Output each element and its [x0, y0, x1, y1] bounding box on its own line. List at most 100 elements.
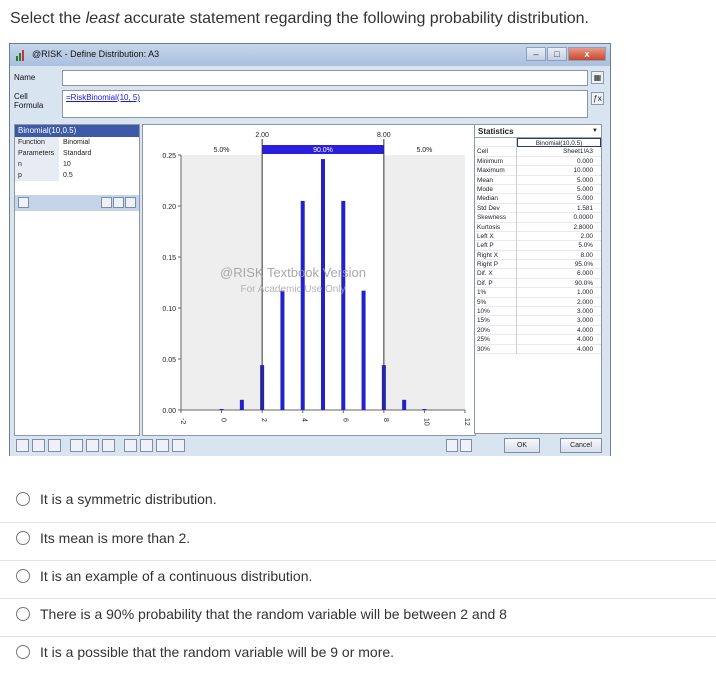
- choice-3[interactable]: It is an example of a continuous distrib…: [0, 560, 716, 598]
- answer-choices: It is a symmetric distribution. Its mean…: [0, 484, 716, 674]
- binomial-chart: 0.00 0.05 0.10 0.15 0.20 0.25 -2 0 2 4 6 8 10 12 2.00 8…: [162, 132, 470, 426]
- formula-input[interactable]: =RiskBinomial(10, 5): [62, 90, 588, 118]
- formula-label: Formula: [14, 101, 44, 110]
- ok-button[interactable]: OK: [504, 438, 540, 453]
- stats-key: Left X: [475, 231, 517, 242]
- stats-row: Mean 5.000: [475, 175, 601, 185]
- choice-5[interactable]: It is a possible that the random variabl…: [0, 636, 716, 674]
- choice-2[interactable]: Its mean is more than 2.: [0, 522, 716, 560]
- help-icon[interactable]: [16, 439, 29, 452]
- table-icon[interactable]: [48, 439, 61, 452]
- param-row-parameters[interactable]: Parameters Standard: [15, 148, 139, 159]
- distribution-header[interactable]: Binomial(10,0.5): [15, 125, 139, 137]
- scroll-right-icon[interactable]: [460, 439, 472, 452]
- chart-area: 0.00 0.05 0.10 0.15 0.20 0.25 -2 0 2 4 6 8 10 12 2.00 8…: [142, 124, 476, 436]
- stats-key: Maximum: [475, 166, 517, 176]
- maximize-button[interactable]: □: [547, 47, 567, 61]
- y-tick-label: 0.20: [162, 204, 176, 211]
- minimize-button[interactable]: –: [526, 47, 546, 61]
- stats-value: 4.000: [517, 335, 601, 345]
- area-icon[interactable]: [102, 439, 115, 452]
- stats-row: Binomial(10,0.5): [475, 138, 601, 148]
- stats-row: Cell Sheet1!A3: [475, 147, 601, 157]
- stats-value: 2.000: [517, 298, 601, 308]
- stats-key: Dif. X: [475, 269, 517, 279]
- radio-button[interactable]: [16, 492, 30, 506]
- name-input[interactable]: [62, 70, 588, 86]
- zoom-icon[interactable]: [124, 439, 137, 452]
- stats-key: Mean: [475, 175, 517, 185]
- info-icon[interactable]: [18, 197, 29, 208]
- question-text: Select the least accurate statement rega…: [10, 10, 589, 27]
- param-row-function[interactable]: Function Binomial: [15, 137, 139, 148]
- watermark-line-1: @RISK Textbook Version: [220, 265, 366, 280]
- chart-type-icon[interactable]: [32, 439, 45, 452]
- stats-value: 5.000: [517, 176, 601, 185]
- function-icon[interactable]: ƒx: [591, 92, 604, 105]
- middle-band-label: 90.0%: [313, 147, 333, 154]
- right-band-label: 5.0%: [416, 147, 432, 154]
- x-tick-label: 4: [301, 418, 308, 422]
- graph-icon[interactable]: [125, 197, 136, 208]
- y-tick-label: 0.05: [162, 357, 176, 364]
- stats-value: 4.000: [517, 345, 601, 354]
- triangle-icon[interactable]: [86, 439, 99, 452]
- param-row-n[interactable]: n 10: [15, 159, 139, 170]
- radio-button[interactable]: [16, 531, 30, 545]
- param-row-p[interactable]: p 0.5: [15, 170, 139, 181]
- stats-key: 5%: [475, 297, 517, 308]
- window-titlebar[interactable]: @RISK - Define Distribution: A3 – □ x: [10, 44, 610, 66]
- stats-key: Kurtosis: [475, 222, 517, 232]
- window-title: @RISK - Define Distribution: A3: [32, 49, 160, 59]
- parameters-panel: Binomial(10,0.5) Function Binomial Parame…: [14, 124, 140, 436]
- stats-value: 5.000: [517, 185, 601, 195]
- define-distribution-window: @RISK - Define Distribution: A3 – □ x Na…: [9, 43, 611, 456]
- close-button[interactable]: x: [568, 47, 606, 61]
- cancel-button[interactable]: Cancel: [560, 438, 602, 453]
- bottom-toolbar: OK Cancel: [10, 436, 610, 456]
- bar-1: [239, 399, 244, 410]
- left-tail-region: [181, 155, 263, 410]
- x-tick-label: 10: [422, 418, 429, 426]
- stats-row: 20% 4.000: [475, 325, 601, 336]
- y-tick-label: 0.10: [162, 306, 176, 313]
- bar-chart-icon[interactable]: [70, 439, 83, 452]
- right-delimiter-label: 8.00: [377, 132, 391, 139]
- radio-button[interactable]: [16, 645, 30, 659]
- bar-6: [341, 200, 346, 410]
- stats-value: 5.0%: [517, 241, 601, 251]
- y-tick-label: 0.25: [162, 153, 176, 160]
- statistics-header[interactable]: Statistics ▼: [475, 125, 601, 138]
- stats-key: Right P: [475, 260, 517, 270]
- stats-row: 25% 4.000: [475, 335, 601, 345]
- copy-icon[interactable]: [156, 439, 169, 452]
- x-tick-label: 12: [463, 418, 470, 426]
- stats-row: Std Dev 1.581: [475, 203, 601, 214]
- stats-key: Skewness: [475, 213, 517, 223]
- x-tick-label: 2: [260, 418, 267, 422]
- choice-1[interactable]: It is a symmetric distribution.: [0, 484, 716, 522]
- reference-icon[interactable]: ▦: [591, 71, 604, 84]
- delete-icon[interactable]: [101, 197, 112, 208]
- choice-4[interactable]: There is a 90% probability that the rand…: [0, 598, 716, 636]
- grid-icon[interactable]: [113, 197, 124, 208]
- stats-row: Skewness 0.0000: [475, 213, 601, 223]
- zoom-out-icon[interactable]: [140, 439, 153, 452]
- stats-value: 1.000: [517, 288, 601, 298]
- stats-row: Minimum 0.000: [475, 156, 601, 167]
- stats-value: 2.8000: [517, 223, 601, 232]
- export-icon[interactable]: [172, 439, 185, 452]
- radio-button[interactable]: [16, 569, 30, 583]
- stats-key: 15%: [475, 316, 517, 326]
- stats-row: Maximum 10.000: [475, 166, 601, 176]
- x-tick-label: 8: [382, 418, 389, 422]
- stats-key: 10%: [475, 307, 517, 317]
- stats-row: 1% 1.000: [475, 288, 601, 298]
- stats-value: 95.0%: [517, 260, 601, 270]
- stats-row: Right X 8.00: [475, 250, 601, 261]
- y-tick-label: 0.00: [162, 408, 176, 415]
- bar-0: [219, 408, 224, 410]
- stats-key: Median: [475, 194, 517, 204]
- scroll-left-icon[interactable]: [446, 439, 458, 452]
- radio-button[interactable]: [16, 607, 30, 621]
